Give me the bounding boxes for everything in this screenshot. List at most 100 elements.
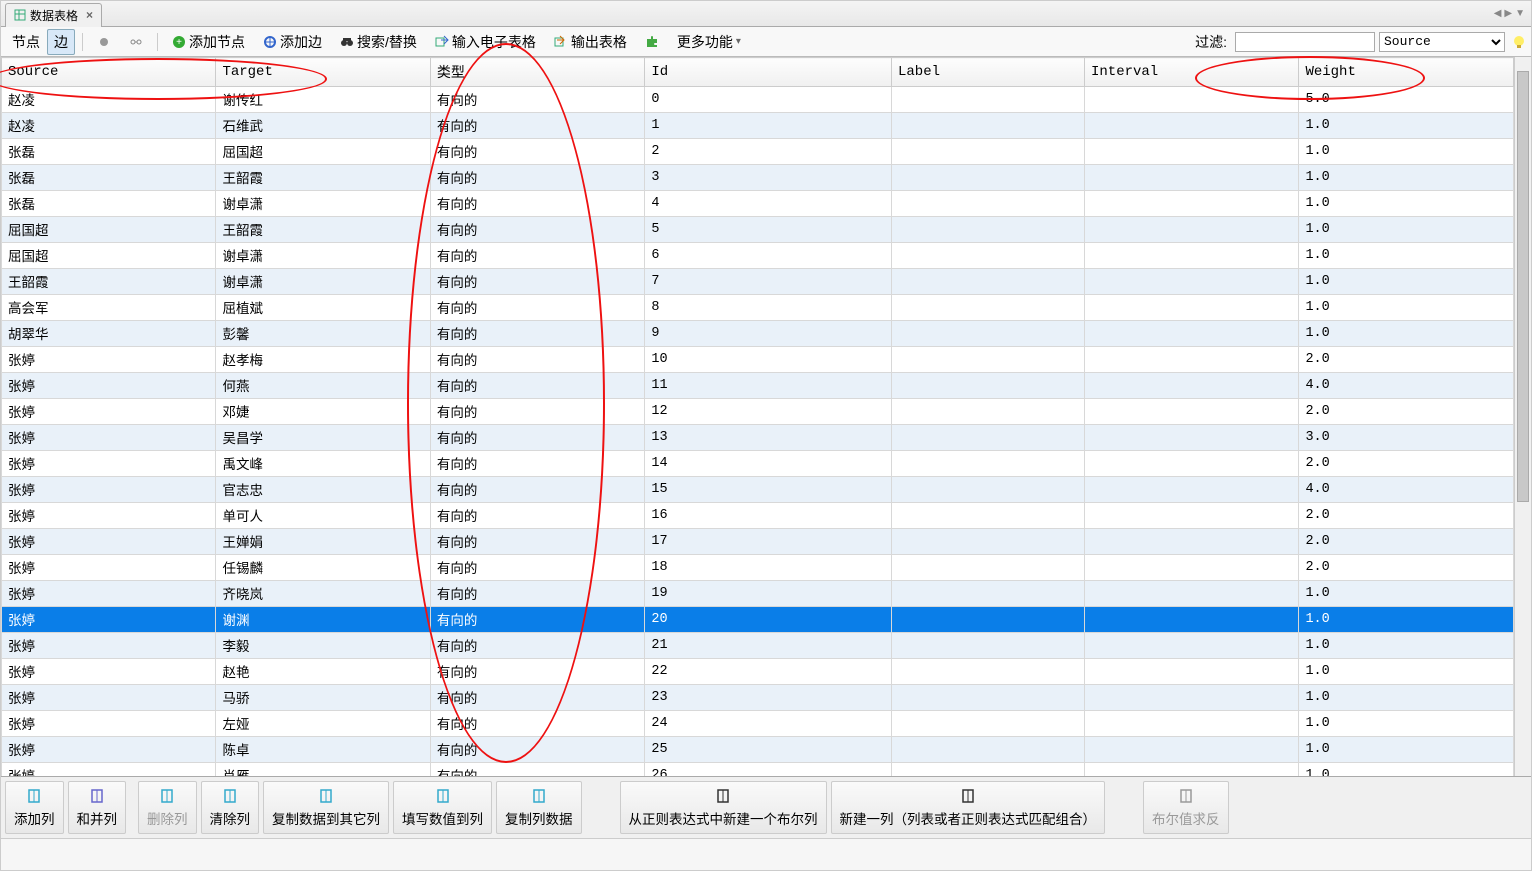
table-cell[interactable]: 屈国超	[2, 217, 216, 243]
more-functions-button[interactable]: 更多功能 ▾	[670, 29, 748, 55]
column-op-button[interactable]: 填写数值到列	[393, 781, 492, 834]
table-cell[interactable]: 18	[645, 555, 892, 581]
table-row[interactable]: 屈国超谢卓潇有向的61.0	[2, 243, 1514, 269]
table-row[interactable]: 高会军屈植斌有向的81.0	[2, 295, 1514, 321]
table-cell[interactable]	[1085, 451, 1299, 477]
table-cell[interactable]: 1.0	[1299, 633, 1514, 659]
scrollbar-thumb[interactable]	[1517, 71, 1529, 502]
table-cell[interactable]: 张婷	[2, 555, 216, 581]
table-cell[interactable]: 禹文峰	[216, 451, 430, 477]
table-cell[interactable]: 有向的	[430, 555, 644, 581]
vertical-scrollbar[interactable]	[1514, 57, 1531, 776]
data-table-scroll[interactable]: SourceTarget类型IdLabelIntervalWeight 赵凌谢传…	[1, 57, 1514, 776]
table-cell[interactable]: 张婷	[2, 373, 216, 399]
table-cell[interactable]: 张婷	[2, 711, 216, 737]
column-header[interactable]: Id	[645, 58, 892, 87]
table-cell[interactable]: 1.0	[1299, 685, 1514, 711]
table-row[interactable]: 王韶霞谢卓潇有向的71.0	[2, 269, 1514, 295]
table-cell[interactable]: 2.0	[1299, 503, 1514, 529]
table-row[interactable]: 张磊王韶霞有向的31.0	[2, 165, 1514, 191]
table-cell[interactable]: 1.0	[1299, 581, 1514, 607]
tab-close-button[interactable]: ×	[86, 8, 93, 22]
table-cell[interactable]: 有向的	[430, 711, 644, 737]
table-cell[interactable]: 1.0	[1299, 659, 1514, 685]
column-op-button[interactable]: 复制列数据	[496, 781, 582, 834]
table-cell[interactable]	[1085, 113, 1299, 139]
table-cell[interactable]	[891, 373, 1084, 399]
table-row[interactable]: 张婷谢渊有向的201.0	[2, 607, 1514, 633]
table-cell[interactable]: 20	[645, 607, 892, 633]
table-cell[interactable]: 赵凌	[2, 87, 216, 113]
export-table-button[interactable]: 输出表格	[547, 29, 634, 55]
table-cell[interactable]	[1085, 737, 1299, 763]
tab-next-icon[interactable]: ▶	[1504, 8, 1512, 19]
table-cell[interactable]	[1085, 425, 1299, 451]
table-cell[interactable]: 吴昌学	[216, 425, 430, 451]
table-cell[interactable]: 李毅	[216, 633, 430, 659]
table-cell[interactable]: 1.0	[1299, 737, 1514, 763]
table-row[interactable]: 张婷齐晓岚有向的191.0	[2, 581, 1514, 607]
table-cell[interactable]: 屈国超	[216, 139, 430, 165]
table-cell[interactable]: 有向的	[430, 633, 644, 659]
table-cell[interactable]: 有向的	[430, 243, 644, 269]
table-row[interactable]: 张婷任锡麟有向的182.0	[2, 555, 1514, 581]
table-cell[interactable]	[891, 451, 1084, 477]
table-cell[interactable]: 有向的	[430, 373, 644, 399]
table-cell[interactable]: 1.0	[1299, 269, 1514, 295]
table-cell[interactable]	[1085, 139, 1299, 165]
table-cell[interactable]: 1.0	[1299, 243, 1514, 269]
table-cell[interactable]	[891, 581, 1084, 607]
table-cell[interactable]: 26	[645, 763, 892, 777]
plugin-button[interactable]	[638, 32, 666, 52]
table-row[interactable]: 张婷邓婕有向的122.0	[2, 399, 1514, 425]
table-cell[interactable]	[891, 763, 1084, 777]
table-cell[interactable]: 谢卓潇	[216, 191, 430, 217]
table-cell[interactable]	[1085, 633, 1299, 659]
table-cell[interactable]	[891, 607, 1084, 633]
table-cell[interactable]: 2	[645, 139, 892, 165]
table-cell[interactable]: 张婷	[2, 529, 216, 555]
table-cell[interactable]	[891, 139, 1084, 165]
column-op-button[interactable]: 新建一列（列表或者正则表达式匹配组合）	[831, 781, 1106, 834]
add-node-button[interactable]: + 添加节点	[165, 29, 252, 55]
table-cell[interactable]: 1.0	[1299, 139, 1514, 165]
table-row[interactable]: 张婷陈卓有向的251.0	[2, 737, 1514, 763]
table-row[interactable]: 张婷赵孝梅有向的102.0	[2, 347, 1514, 373]
table-cell[interactable]: 有向的	[430, 347, 644, 373]
table-cell[interactable]: 有向的	[430, 269, 644, 295]
table-cell[interactable]: 赵艳	[216, 659, 430, 685]
table-cell[interactable]	[1085, 321, 1299, 347]
column-op-button[interactable]: 和并列	[68, 781, 127, 834]
table-cell[interactable]	[891, 633, 1084, 659]
table-cell[interactable]: 张婷	[2, 763, 216, 777]
table-cell[interactable]: 1.0	[1299, 711, 1514, 737]
table-row[interactable]: 张婷何燕有向的114.0	[2, 373, 1514, 399]
table-cell[interactable]: 张磊	[2, 139, 216, 165]
table-cell[interactable]: 7	[645, 269, 892, 295]
table-cell[interactable]: 有向的	[430, 737, 644, 763]
table-cell[interactable]: 屈国超	[2, 243, 216, 269]
table-cell[interactable]	[891, 87, 1084, 113]
table-row[interactable]: 张婷禹文峰有向的142.0	[2, 451, 1514, 477]
table-cell[interactable]: 有向的	[430, 165, 644, 191]
table-cell[interactable]: 邓婕	[216, 399, 430, 425]
table-cell[interactable]	[1085, 581, 1299, 607]
table-cell[interactable]	[1085, 87, 1299, 113]
table-cell[interactable]	[891, 555, 1084, 581]
table-cell[interactable]	[1085, 243, 1299, 269]
table-cell[interactable]: 23	[645, 685, 892, 711]
add-edge-button[interactable]: 添加边	[256, 29, 329, 55]
table-cell[interactable]	[1085, 659, 1299, 685]
table-cell[interactable]: 有向的	[430, 425, 644, 451]
table-cell[interactable]: 25	[645, 737, 892, 763]
table-cell[interactable]: 肖雁	[216, 763, 430, 777]
table-cell[interactable]	[1085, 269, 1299, 295]
column-header[interactable]: Source	[2, 58, 216, 87]
table-cell[interactable]: 官志忠	[216, 477, 430, 503]
table-cell[interactable]: 2.0	[1299, 529, 1514, 555]
filter-input[interactable]	[1235, 32, 1375, 52]
table-cell[interactable]	[1085, 503, 1299, 529]
table-cell[interactable]	[891, 165, 1084, 191]
tab-menu-icon[interactable]: ▼	[1515, 8, 1525, 19]
table-cell[interactable]: 赵凌	[2, 113, 216, 139]
